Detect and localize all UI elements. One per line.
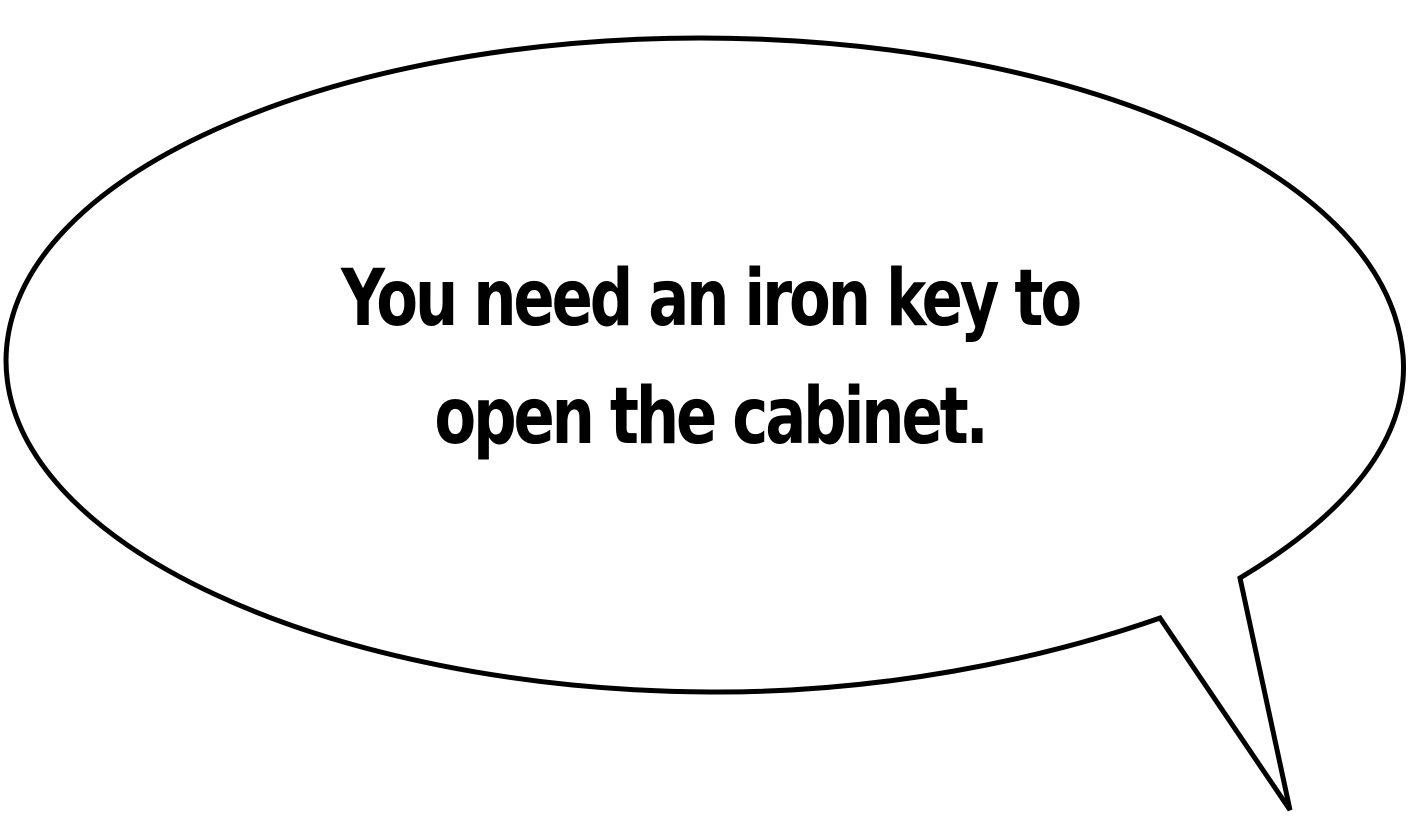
- speech-line-2: open the cabinet.: [434, 372, 988, 462]
- speech-bubble-text: You need an iron key to open the cabinet…: [281, 240, 1139, 476]
- speech-line-1: You need an iron key to: [340, 254, 1082, 344]
